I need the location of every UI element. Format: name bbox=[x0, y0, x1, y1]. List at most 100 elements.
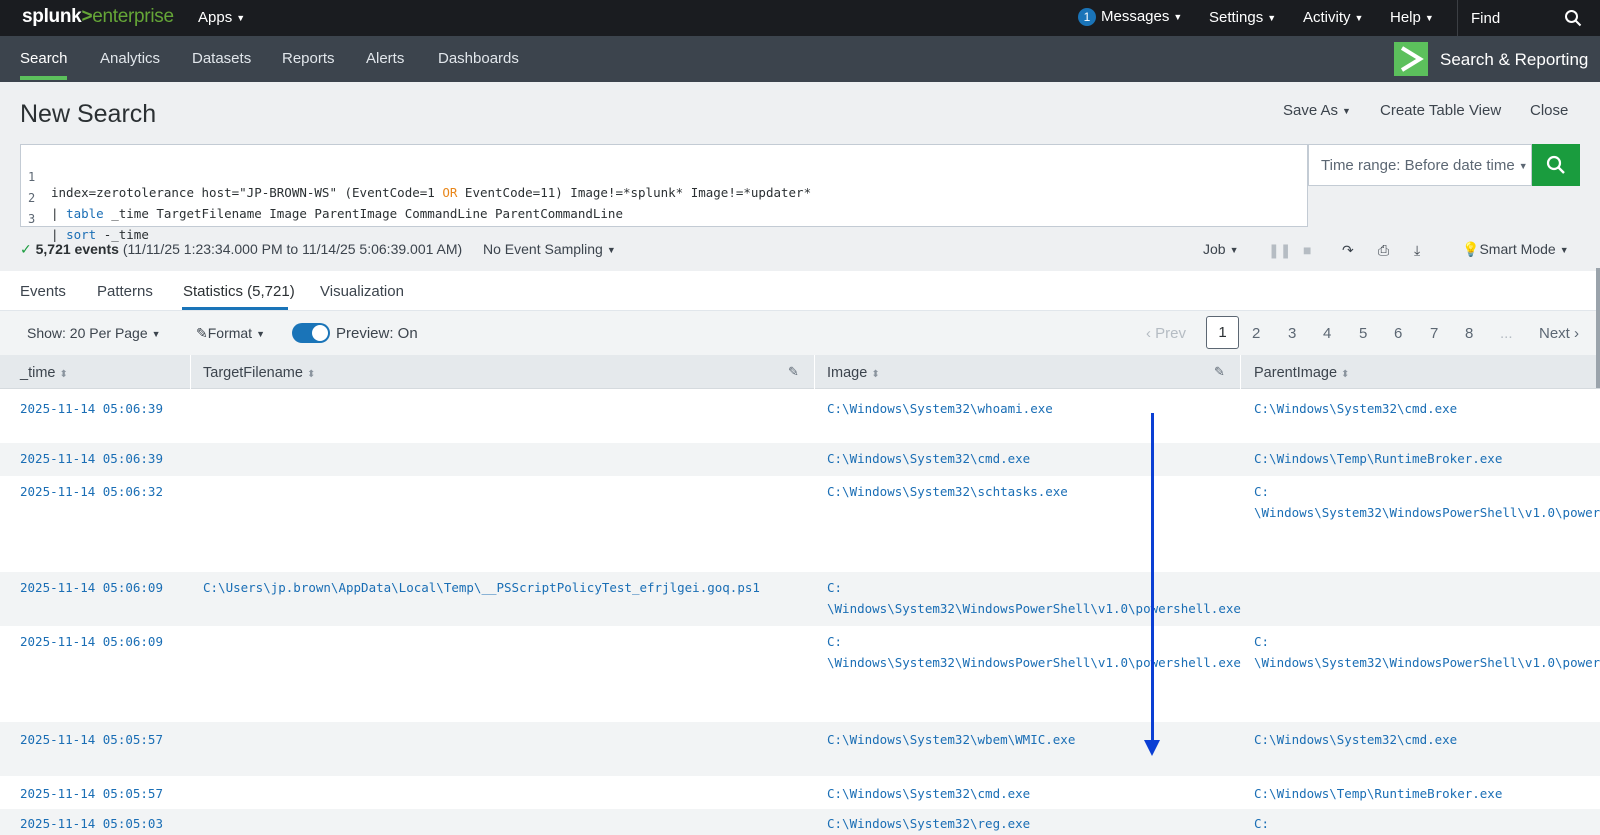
job-label: Job bbox=[1203, 241, 1226, 257]
cell-time[interactable]: 2025-11-14 05:05:03 bbox=[20, 814, 163, 835]
next-page-button[interactable]: Next › bbox=[1539, 325, 1579, 342]
page-4-button[interactable]: 4 bbox=[1323, 325, 1331, 342]
cell-time[interactable]: 2025-11-14 05:06:32 bbox=[20, 482, 163, 503]
apps-menu[interactable]: Apps ▼ bbox=[198, 9, 245, 26]
print-icon[interactable]: ⎙ bbox=[1378, 242, 1389, 259]
cell-time[interactable]: 2025-11-14 05:05:57 bbox=[20, 784, 163, 805]
time-range-picker[interactable]: Time range: Before date time ▼ bbox=[1308, 144, 1532, 186]
download-icon[interactable]: ⤓ bbox=[1414, 242, 1420, 259]
cell-parentimage[interactable]: C: bbox=[1254, 814, 1269, 835]
caret-down-icon: ▼ bbox=[1559, 245, 1569, 256]
close-button[interactable]: Close bbox=[1530, 102, 1568, 119]
cell-image[interactable]: C: \Windows\System32\WindowsPowerShell\v… bbox=[827, 578, 1241, 619]
messages-menu[interactable]: 1 Messages ▼ bbox=[1078, 8, 1182, 26]
job-menu[interactable]: Job ▼ bbox=[1203, 241, 1239, 257]
cell-targetfilename[interactable]: C:\Users\jp.brown\AppData\Local\Temp\__P… bbox=[203, 578, 760, 599]
cell-time[interactable]: 2025-11-14 05:05:57 bbox=[20, 730, 163, 751]
format-menu[interactable]: ✎Format ▼ bbox=[196, 325, 265, 342]
save-as-label: Save As bbox=[1283, 102, 1339, 119]
tab-alerts[interactable]: Alerts bbox=[366, 50, 404, 67]
help-menu[interactable]: Help ▼ bbox=[1390, 9, 1434, 26]
tab-patterns[interactable]: Patterns bbox=[97, 283, 153, 300]
run-search-button[interactable] bbox=[1532, 144, 1580, 186]
page-5-button[interactable]: 5 bbox=[1359, 325, 1367, 342]
toggle-knob bbox=[312, 325, 328, 341]
save-as-menu[interactable]: Save As ▼ bbox=[1283, 102, 1351, 119]
prev-page-button[interactable]: ‹ Prev bbox=[1146, 325, 1186, 342]
cell-time[interactable]: 2025-11-14 05:06:09 bbox=[20, 632, 163, 653]
event-sampling-menu[interactable]: No Event Sampling ▼ bbox=[483, 241, 616, 257]
cell-image[interactable]: C:\Windows\System32\cmd.exe bbox=[827, 449, 1030, 470]
cell-time[interactable]: 2025-11-14 05:06:39 bbox=[20, 449, 163, 470]
tab-reports[interactable]: Reports bbox=[282, 50, 335, 67]
preview-toggle[interactable] bbox=[292, 323, 330, 343]
column-header-targetfilename[interactable]: TargetFilename ⬍ bbox=[203, 365, 315, 381]
cell-parentimage[interactable]: C: \Windows\System32\WindowsPowerShell\v… bbox=[1254, 632, 1600, 673]
page-8-button[interactable]: 8 bbox=[1465, 325, 1473, 342]
lightbulb-icon: 💡 bbox=[1462, 241, 1480, 257]
tab-events[interactable]: Events bbox=[20, 283, 66, 300]
per-page-menu[interactable]: Show: 20 Per Page ▼ bbox=[27, 325, 161, 341]
tab-statistics[interactable]: Statistics (5,721) bbox=[183, 283, 295, 300]
settings-label: Settings bbox=[1209, 9, 1264, 26]
tab-datasets[interactable]: Datasets bbox=[192, 50, 251, 67]
edit-column-icon[interactable]: ✎ bbox=[788, 364, 799, 380]
table-row: 2025-11-14 05:06:39 C:\Windows\System32\… bbox=[0, 443, 1600, 476]
tab-visualization[interactable]: Visualization bbox=[320, 283, 404, 300]
activity-menu[interactable]: Activity ▼ bbox=[1303, 9, 1363, 26]
logo-chevron: > bbox=[81, 6, 93, 27]
tab-search[interactable]: Search bbox=[20, 50, 68, 67]
create-table-view-button[interactable]: Create Table View bbox=[1380, 102, 1501, 119]
cell-image[interactable]: C: \Windows\System32\WindowsPowerShell\v… bbox=[827, 632, 1241, 673]
search-mode-menu[interactable]: 💡Smart Mode ▼ bbox=[1462, 241, 1569, 258]
page-6-button[interactable]: 6 bbox=[1394, 325, 1402, 342]
page-3-button[interactable]: 3 bbox=[1288, 325, 1296, 342]
cell-parentimage[interactable]: C:\Windows\Temp\RuntimeBroker.exe bbox=[1254, 784, 1502, 805]
cell-time[interactable]: 2025-11-14 05:06:09 bbox=[20, 578, 163, 599]
tab-analytics[interactable]: Analytics bbox=[100, 50, 160, 67]
tab-dashboards[interactable]: Dashboards bbox=[438, 50, 519, 67]
per-page-label: Show: 20 Per Page bbox=[27, 325, 148, 341]
scrollbar[interactable] bbox=[1596, 268, 1600, 388]
query-line-3: 3 | sort -_time bbox=[21, 197, 149, 242]
column-header-time[interactable]: _time ⬍ bbox=[20, 365, 68, 381]
cell-time[interactable]: 2025-11-14 05:06:39 bbox=[20, 399, 163, 420]
cell-image[interactable]: C:\Windows\System32\whoami.exe bbox=[827, 399, 1053, 420]
stop-icon[interactable]: ■ bbox=[1303, 242, 1311, 258]
column-header-parentimage[interactable]: ParentImage ⬍ bbox=[1254, 365, 1349, 381]
query-text: _time TargetFilename Image ParentImage C… bbox=[103, 206, 623, 221]
preview-label: Preview: On bbox=[336, 325, 418, 342]
table-row: 2025-11-14 05:05:03 C:\Windows\System32\… bbox=[0, 809, 1600, 835]
edit-column-icon[interactable]: ✎ bbox=[1214, 364, 1225, 380]
page-1-button[interactable]: 1 bbox=[1206, 316, 1239, 349]
caret-down-icon: ▼ bbox=[256, 329, 265, 340]
cell-image[interactable]: C:\Windows\System32\cmd.exe bbox=[827, 784, 1030, 805]
cell-image[interactable]: C:\Windows\System32\reg.exe bbox=[827, 814, 1030, 835]
find-placeholder: Find bbox=[1471, 10, 1501, 27]
search-app-icon bbox=[1394, 42, 1428, 76]
pause-icon[interactable]: ❚❚ bbox=[1268, 242, 1291, 259]
column-label: Image bbox=[827, 365, 868, 381]
column-header-image[interactable]: Image ⬍ bbox=[827, 365, 880, 381]
page-2-button[interactable]: 2 bbox=[1252, 325, 1260, 342]
cell-image[interactable]: C:\Windows\System32\schtasks.exe bbox=[827, 482, 1068, 503]
search-query-editor[interactable]: 1 index=zerotolerance host="JP-BROWN-WS"… bbox=[20, 144, 1308, 242]
settings-menu[interactable]: Settings ▼ bbox=[1209, 9, 1276, 26]
column-label: _time bbox=[20, 365, 56, 381]
share-icon[interactable]: ↷ bbox=[1342, 242, 1354, 259]
splunk-logo[interactable]: splunk>enterprise bbox=[22, 6, 174, 28]
query-line-2-code: | table _time TargetFilename Image Paren… bbox=[51, 206, 623, 221]
app-title: Search & Reporting bbox=[1440, 50, 1589, 69]
cell-parentimage[interactable]: C:\Windows\System32\cmd.exe bbox=[1254, 399, 1457, 420]
find-box[interactable]: Find bbox=[1457, 0, 1592, 36]
cell-image[interactable]: C:\Windows\System32\wbem\WMIC.exe bbox=[827, 730, 1075, 751]
search-icon[interactable] bbox=[1564, 9, 1582, 27]
cell-parentimage[interactable]: C:\Windows\Temp\RuntimeBroker.exe bbox=[1254, 449, 1502, 470]
time-range-label: Time range: Before date time bbox=[1321, 157, 1515, 174]
caret-down-icon: ▼ bbox=[1173, 12, 1183, 23]
sampling-label: No Event Sampling bbox=[483, 241, 603, 257]
checkmark-icon: ✓ bbox=[20, 241, 32, 257]
page-7-button[interactable]: 7 bbox=[1430, 325, 1438, 342]
cell-parentimage[interactable]: C: \Windows\System32\WindowsPowerShell\v… bbox=[1254, 482, 1600, 523]
cell-parentimage[interactable]: C:\Windows\System32\cmd.exe bbox=[1254, 730, 1457, 751]
